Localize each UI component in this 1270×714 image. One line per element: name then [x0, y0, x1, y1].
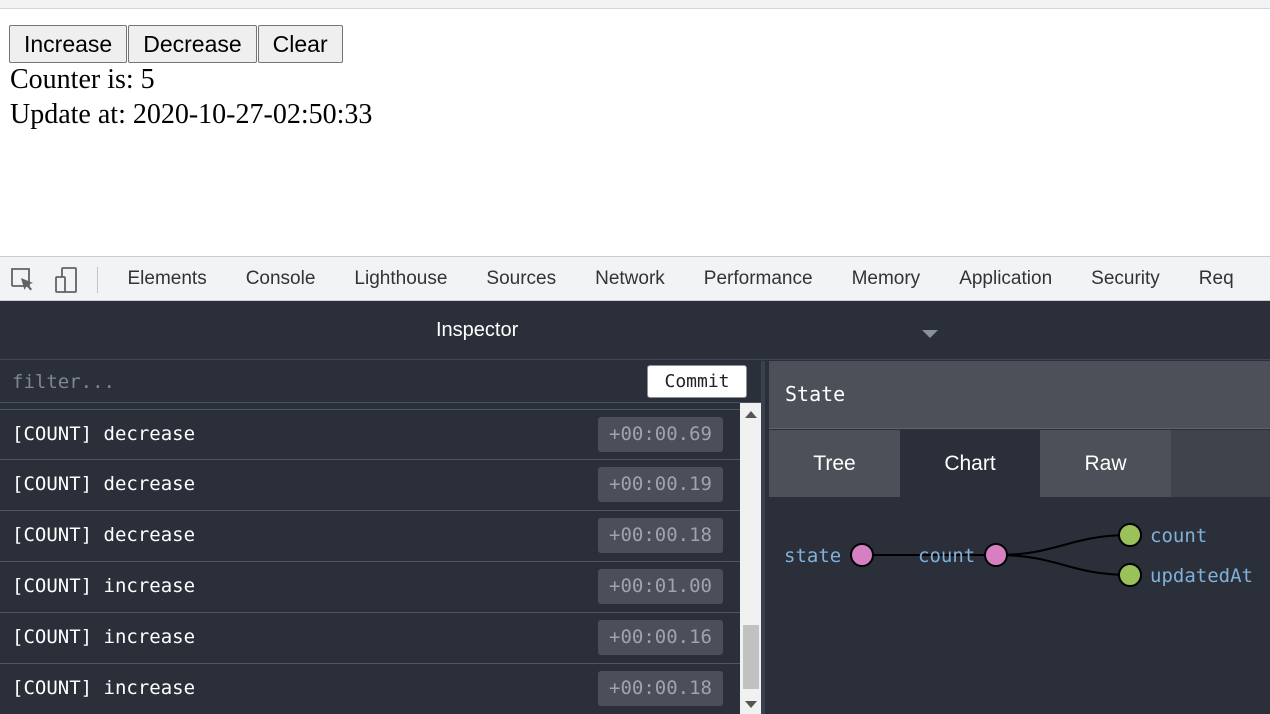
tab-chart[interactable]: Chart	[900, 430, 1040, 497]
clear-button[interactable]: Clear	[257, 25, 343, 63]
graph-leaf-updatedat[interactable]	[1118, 563, 1142, 587]
graph-node-count[interactable]	[984, 543, 1008, 567]
monitor-title: Inspector	[436, 319, 519, 341]
scrollbar-thumb[interactable]	[743, 625, 759, 689]
decrease-button[interactable]: Decrease	[128, 25, 257, 63]
action-time-badge[interactable]: +00:01.00	[598, 569, 723, 604]
tab-console[interactable]: Console	[226, 257, 335, 300]
counter-button-row: Increase Decrease Clear	[9, 25, 344, 63]
app-page: Increase Decrease Clear Counter is: 5 Up…	[0, 9, 1270, 256]
graph-leaf-count[interactable]	[1118, 523, 1142, 547]
action-row[interactable]: [COUNT] increase +00:00.16	[0, 613, 740, 664]
state-view-tabs: Tree Chart Raw	[769, 430, 1270, 497]
action-time-badge[interactable]: +00:00.18	[598, 518, 723, 553]
graph-edge	[995, 554, 1131, 576]
increase-button[interactable]: Increase	[9, 25, 128, 63]
graph-node-label-state: state	[784, 545, 841, 567]
toolbar-divider	[97, 267, 98, 293]
redux-devtools-panel: Inspector Commit [COUNT] decrease +00:00…	[0, 301, 1270, 714]
action-row[interactable]: [COUNT] decrease +00:00.69	[0, 409, 740, 460]
action-name: [COUNT] decrease	[12, 524, 196, 546]
action-list-scrollbar[interactable]	[740, 403, 761, 714]
graph-edge	[995, 534, 1131, 556]
browser-top-strip	[0, 0, 1270, 9]
tab-performance[interactable]: Performance	[684, 257, 832, 300]
devtools-tab-bar: Elements Console Lighthouse Sources Netw…	[0, 256, 1270, 301]
action-name: [COUNT] increase	[12, 626, 196, 648]
monitor-selector[interactable]: Inspector	[0, 301, 1270, 360]
tab-security[interactable]: Security	[1072, 257, 1180, 300]
updated-at-text: Update at: 2020-10-27-02:50:33	[10, 99, 373, 130]
action-time-badge[interactable]: +00:00.69	[598, 417, 723, 452]
filter-row: Commit	[0, 361, 761, 403]
action-time-badge[interactable]: +00:00.18	[598, 671, 723, 706]
action-list: [COUNT] decrease +00:00.69 [COUNT] decre…	[0, 409, 740, 714]
counter-text: Counter is: 5	[10, 64, 155, 95]
action-row[interactable]: [COUNT] decrease +00:00.19	[0, 460, 740, 511]
state-tree-graph: state count count updatedAt	[784, 523, 1253, 587]
tab-redux-truncated[interactable]: Req	[1179, 257, 1253, 300]
graph-leaf-label-count: count	[1150, 525, 1207, 547]
action-name: [COUNT] increase	[12, 677, 196, 699]
filter-input[interactable]	[0, 361, 640, 403]
state-pane: State Tree Chart Raw state count count u…	[769, 361, 1270, 714]
action-name: [COUNT] decrease	[12, 423, 196, 445]
tab-application[interactable]: Application	[940, 257, 1072, 300]
graph-node-state[interactable]	[850, 543, 874, 567]
tab-tree[interactable]: Tree	[769, 430, 900, 497]
action-list-pane: Commit [COUNT] decrease +00:00.69 [COUNT…	[0, 361, 765, 714]
state-header: State	[769, 361, 1270, 429]
action-time-badge[interactable]: +00:00.19	[598, 467, 723, 502]
tab-raw[interactable]: Raw	[1040, 430, 1171, 497]
tab-lighthouse[interactable]: Lighthouse	[335, 257, 467, 300]
tab-memory[interactable]: Memory	[832, 257, 940, 300]
tab-network[interactable]: Network	[576, 257, 685, 300]
scroll-down-arrow-icon[interactable]	[745, 701, 757, 708]
commit-button[interactable]: Commit	[647, 365, 747, 398]
scroll-up-arrow-icon[interactable]	[745, 411, 757, 418]
state-title: State	[785, 382, 846, 406]
graph-leaf-label-updatedat: updatedAt	[1150, 565, 1253, 587]
devtools-tabs: Elements Console Lighthouse Sources Netw…	[108, 257, 1253, 300]
action-name: [COUNT] increase	[12, 575, 196, 597]
action-name: [COUNT] decrease	[12, 473, 196, 495]
tab-elements[interactable]: Elements	[108, 257, 226, 300]
chevron-down-icon[interactable]	[922, 330, 938, 338]
tab-sources[interactable]: Sources	[467, 257, 576, 300]
graph-node-label-count: count	[918, 545, 975, 567]
action-row[interactable]: [COUNT] increase +00:00.18	[0, 664, 740, 714]
action-time-badge[interactable]: +00:00.16	[598, 620, 723, 655]
action-row[interactable]: [COUNT] decrease +00:00.18	[0, 511, 740, 562]
action-row[interactable]: [COUNT] increase +00:01.00	[0, 562, 740, 613]
device-toolbar-icon[interactable]	[53, 267, 79, 293]
inspect-element-icon[interactable]	[10, 267, 36, 293]
